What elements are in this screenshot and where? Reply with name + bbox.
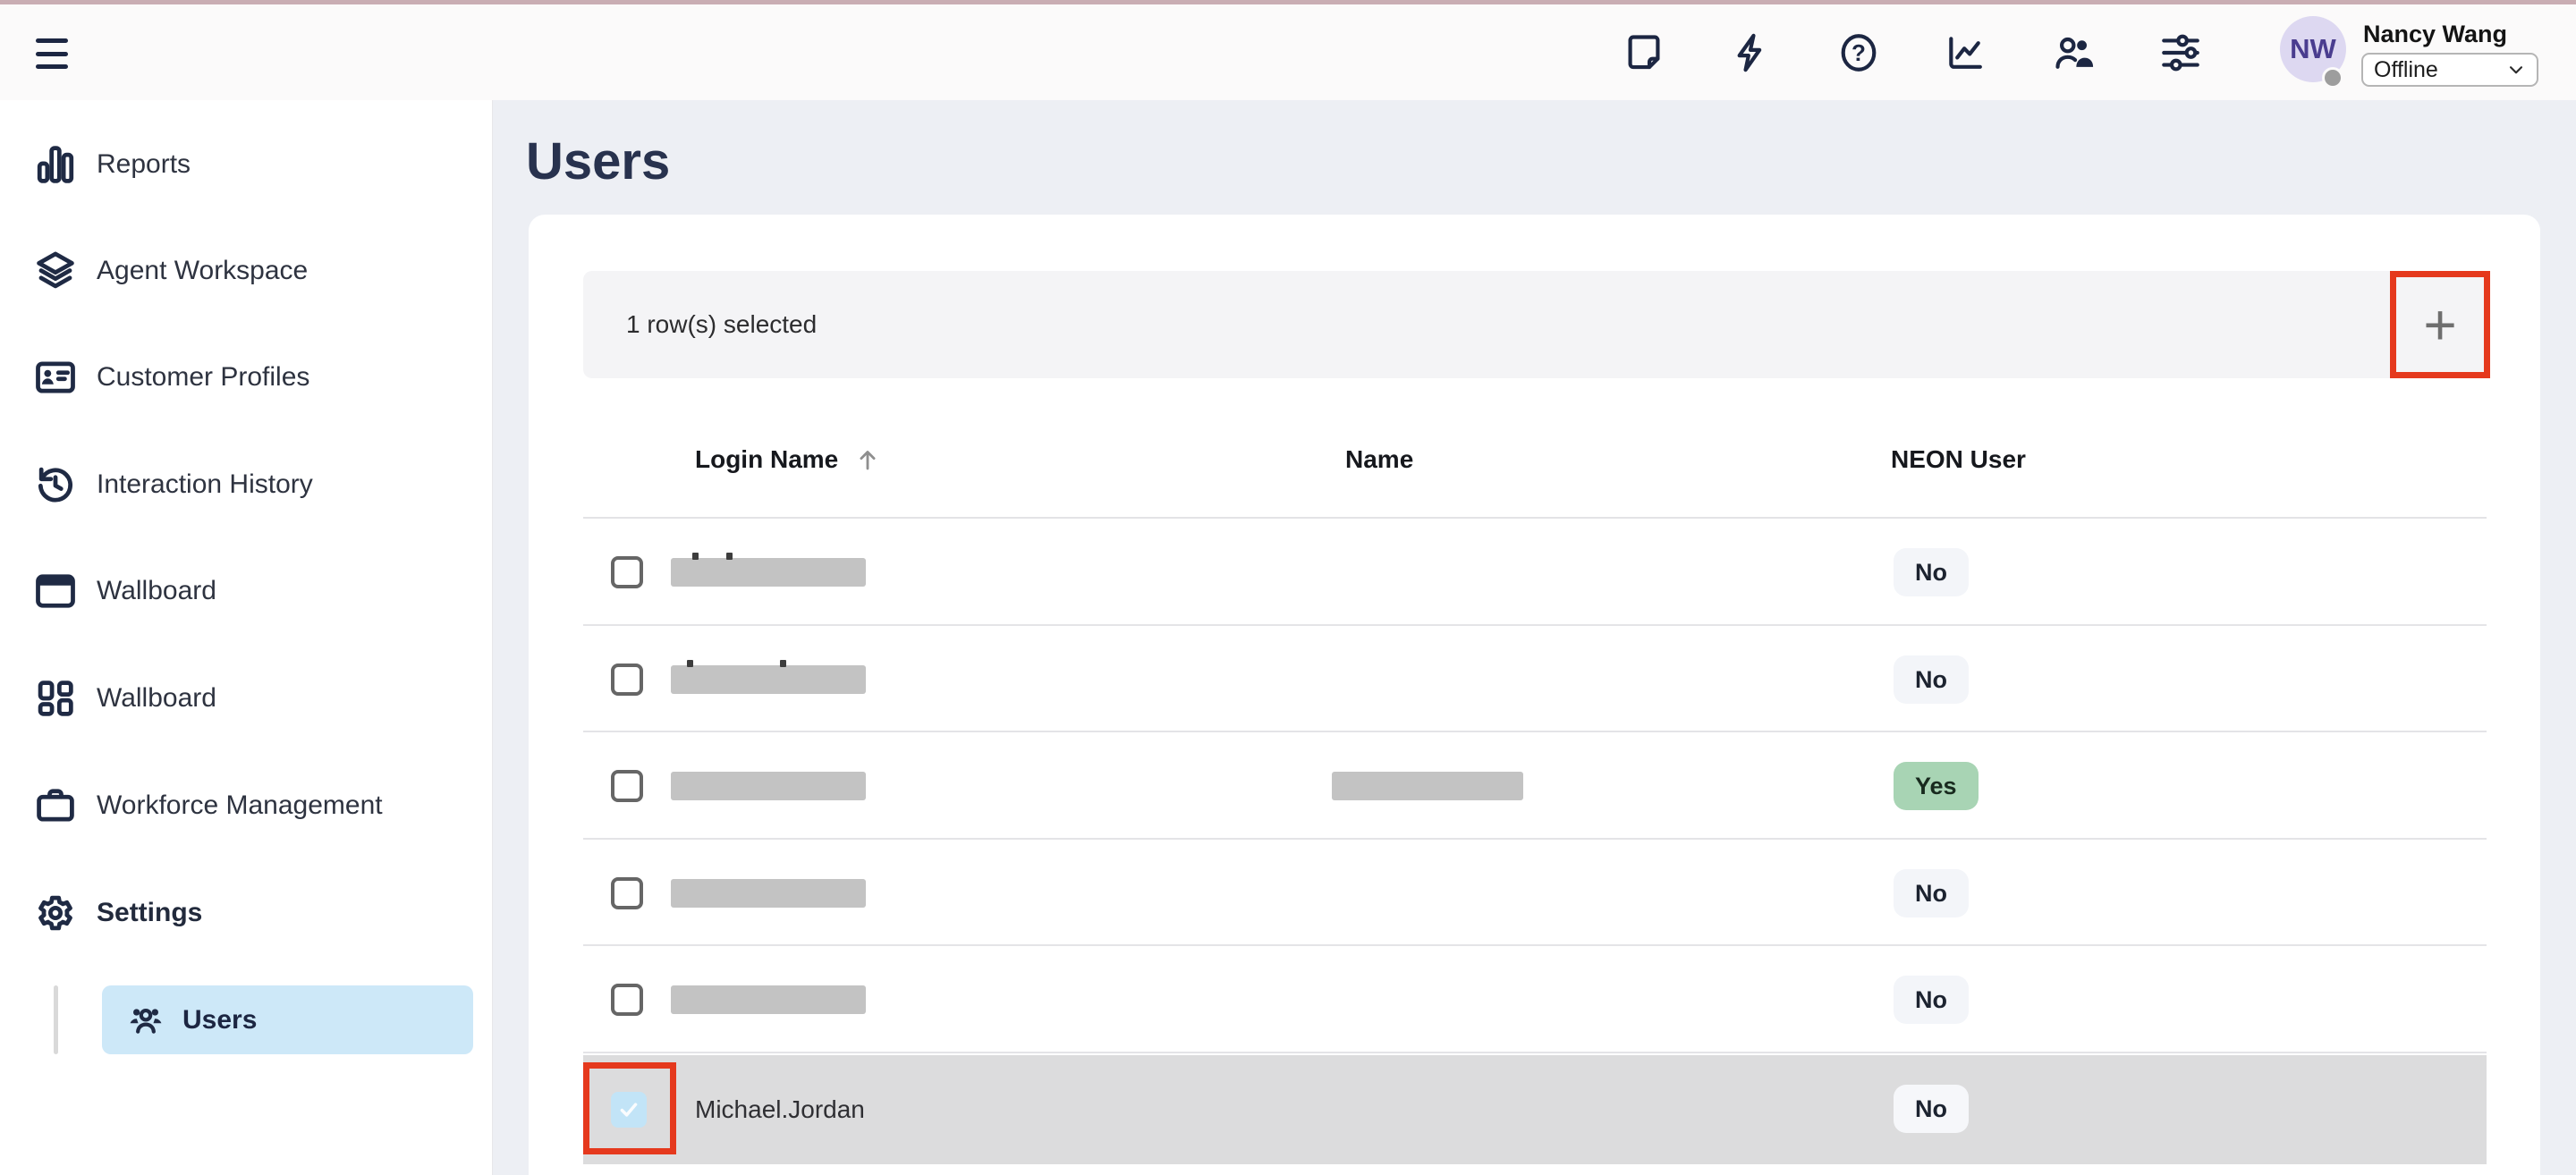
- briefcase-icon: [32, 782, 79, 829]
- top-icon-group: ?: [1621, 30, 2204, 76]
- users-card: 1 row(s) selected + Login Name Name NEON…: [529, 215, 2540, 1175]
- analytics-icon[interactable]: [1943, 30, 1989, 76]
- sidebar-item-label: Workforce Management: [97, 790, 383, 821]
- selection-bar: 1 row(s) selected: [583, 271, 2487, 378]
- add-user-button[interactable]: +: [2400, 280, 2480, 369]
- table-row[interactable]: No: [583, 626, 2487, 732]
- neon-badge: Yes: [1894, 762, 1979, 810]
- redacted-login-name: [671, 665, 866, 694]
- sidebar-item-customer-profiles[interactable]: Customer Profiles: [0, 345, 492, 410]
- row-checkbox-checked[interactable]: [611, 1092, 647, 1128]
- sidebar-item-label: Customer Profiles: [97, 362, 309, 393]
- column-header-login-name[interactable]: Login Name: [695, 444, 883, 476]
- table-row[interactable]: No: [583, 519, 2487, 626]
- sidebar-item-agent-workspace[interactable]: Agent Workspace: [0, 239, 492, 303]
- redacted-login-name: [671, 879, 866, 908]
- selection-count-text: 1 row(s) selected: [626, 310, 817, 339]
- quick-launch-icon[interactable]: [1728, 30, 1775, 76]
- browser-window-icon: [32, 568, 79, 614]
- svg-text:?: ?: [1852, 39, 1866, 66]
- chevron-down-icon: [2504, 58, 2528, 81]
- avatar[interactable]: NW: [2280, 16, 2346, 82]
- history-icon: [32, 461, 79, 508]
- redaction-artifact: [780, 660, 786, 667]
- sub-item-indent-line: [54, 985, 58, 1054]
- top-bar: ? NW Nancy Wang Offline: [0, 4, 2576, 100]
- row-checkbox[interactable]: [611, 770, 643, 802]
- table-row-selected[interactable]: Michael.Jordan No: [583, 1055, 2487, 1164]
- sidebar-item-users[interactable]: Users: [102, 985, 473, 1054]
- sidebar-item-reports[interactable]: Reports: [0, 132, 492, 197]
- user-name: Nancy Wang: [2363, 21, 2507, 48]
- avatar-initials: NW: [2290, 33, 2336, 65]
- column-header-name: Name: [1345, 444, 1413, 476]
- contacts-icon[interactable]: [2050, 30, 2097, 76]
- sidebar-item-workforce-management[interactable]: Workforce Management: [0, 773, 492, 838]
- redacted-login-name: [671, 772, 866, 800]
- sidebar-item-label: Reports: [97, 149, 191, 180]
- neon-badge: No: [1894, 548, 1969, 596]
- neon-badge: No: [1894, 1085, 1969, 1133]
- row-checkbox[interactable]: [611, 984, 643, 1016]
- redacted-login-name: [671, 985, 866, 1014]
- main-content: Users 1 row(s) selected + Login Name Nam…: [493, 100, 2576, 1175]
- menu-toggle-button[interactable]: [36, 38, 70, 69]
- redaction-artifact: [726, 553, 733, 560]
- presence-dot: [2322, 67, 2343, 89]
- sidebar-item-label: Settings: [97, 898, 202, 928]
- redacted-login-name: [671, 558, 866, 587]
- annotation-add-button: +: [2390, 271, 2490, 378]
- neon-badge: No: [1894, 976, 1969, 1024]
- table-row[interactable]: No: [583, 946, 2487, 1053]
- bar-chart-icon: [32, 141, 79, 188]
- neon-badge: No: [1894, 655, 1969, 704]
- sort-ascending-icon[interactable]: [852, 444, 883, 475]
- redaction-artifact: [692, 553, 699, 560]
- row-checkbox[interactable]: [611, 664, 643, 696]
- row-checkbox[interactable]: [611, 556, 643, 588]
- layers-icon: [32, 248, 79, 294]
- sidebar-item-wallboard-browser[interactable]: Wallboard: [0, 559, 492, 623]
- page-title: Users: [526, 132, 670, 191]
- sidebar-item-label: Users: [182, 1005, 257, 1036]
- redacted-name: [1332, 772, 1523, 800]
- table-row[interactable]: Yes: [583, 732, 2487, 840]
- notes-icon[interactable]: [1621, 30, 1667, 76]
- id-card-icon: [32, 354, 79, 401]
- sidebar-item-interaction-history[interactable]: Interaction History: [0, 452, 492, 517]
- sidebar-item-label: Wallboard: [97, 576, 216, 606]
- status-select[interactable]: Offline: [2361, 53, 2538, 87]
- sidebar-item-settings[interactable]: Settings: [0, 881, 492, 945]
- sidebar-item-label: Agent Workspace: [97, 256, 308, 286]
- table-row[interactable]: No: [583, 840, 2487, 946]
- check-icon: [616, 1097, 641, 1122]
- sidebar: Reports Agent Workspace Customer Profile…: [0, 100, 493, 1175]
- preferences-icon[interactable]: [2157, 30, 2204, 76]
- neon-badge: No: [1894, 869, 1969, 917]
- status-value: Offline: [2374, 57, 2438, 83]
- gear-icon: [32, 890, 79, 936]
- dashboard-grid-icon: [32, 675, 79, 722]
- column-header-neon-user: NEON User: [1891, 444, 2026, 476]
- row-checkbox[interactable]: [611, 877, 643, 909]
- app-window: ? NW Nancy Wang Offline: [0, 0, 2576, 1175]
- sidebar-item-label: Wallboard: [97, 683, 216, 714]
- annotation-selected-checkbox: [583, 1062, 676, 1154]
- user-group-icon: [125, 1000, 166, 1041]
- login-name-cell: Michael.Jordan: [695, 1055, 865, 1164]
- sidebar-item-wallboard-grid[interactable]: Wallboard: [0, 666, 492, 731]
- help-icon[interactable]: ?: [1835, 30, 1882, 76]
- sidebar-item-label: Interaction History: [97, 469, 313, 500]
- redaction-artifact: [687, 660, 693, 667]
